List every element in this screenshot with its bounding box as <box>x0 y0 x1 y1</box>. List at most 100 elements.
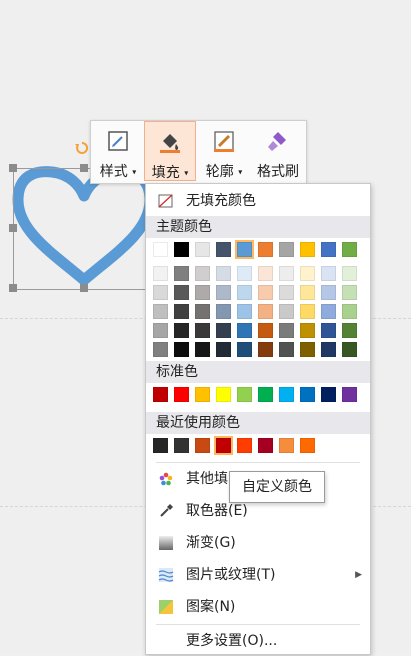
theme-shade-swatch[interactable] <box>342 323 357 338</box>
no-fill-icon <box>158 194 173 208</box>
theme-shade-swatch[interactable] <box>321 285 336 300</box>
theme-shade-swatch[interactable] <box>258 285 273 300</box>
theme-shade-swatch[interactable] <box>279 285 294 300</box>
theme-shade-swatch[interactable] <box>300 304 315 319</box>
theme-shade-swatch[interactable] <box>195 342 210 357</box>
theme-shade-swatch[interactable] <box>300 285 315 300</box>
theme-color-swatch[interactable] <box>195 242 210 257</box>
theme-shade-swatch[interactable] <box>174 266 189 281</box>
standard-color-swatch[interactable] <box>279 387 294 402</box>
theme-shade-swatch[interactable] <box>237 342 252 357</box>
theme-shade-swatch[interactable] <box>153 323 168 338</box>
style-icon <box>108 131 128 151</box>
theme-shade-swatch[interactable] <box>258 342 273 357</box>
theme-shade-swatch[interactable] <box>258 266 273 281</box>
theme-shade-swatch[interactable] <box>321 266 336 281</box>
theme-color-swatch[interactable] <box>300 242 315 257</box>
theme-shade-swatch[interactable] <box>279 304 294 319</box>
pattern-item[interactable]: 图案(N) <box>146 592 370 622</box>
theme-shade-swatch[interactable] <box>279 342 294 357</box>
standard-color-swatch[interactable] <box>258 387 273 402</box>
gradient-item[interactable]: 渐变(G) <box>146 528 370 558</box>
theme-shade-swatch[interactable] <box>153 342 168 357</box>
theme-shade-swatch[interactable] <box>195 285 210 300</box>
format-painter-icon <box>268 132 286 151</box>
pattern-icon <box>159 600 173 614</box>
theme-shade-swatch[interactable] <box>279 266 294 281</box>
theme-shade-swatch[interactable] <box>321 323 336 338</box>
recent-color-swatch[interactable] <box>195 438 210 453</box>
theme-shade-swatch[interactable] <box>300 342 315 357</box>
recent-color-swatch[interactable] <box>237 438 252 453</box>
theme-shade-swatch[interactable] <box>237 323 252 338</box>
theme-shade-swatch[interactable] <box>342 285 357 300</box>
resize-handle[interactable] <box>9 164 17 172</box>
resize-handle[interactable] <box>9 224 17 232</box>
theme-shade-swatch[interactable] <box>279 323 294 338</box>
recent-color-swatch[interactable] <box>258 438 273 453</box>
standard-color-swatch[interactable] <box>174 387 189 402</box>
theme-shade-swatch[interactable] <box>195 266 210 281</box>
theme-shade-swatch[interactable] <box>300 323 315 338</box>
theme-shade-swatch[interactable] <box>216 304 231 319</box>
standard-color-swatch[interactable] <box>342 387 357 402</box>
theme-shade-swatch[interactable] <box>321 342 336 357</box>
resize-handle[interactable] <box>80 164 88 172</box>
theme-shade-swatch[interactable] <box>300 266 315 281</box>
theme-shade-swatch[interactable] <box>342 342 357 357</box>
standard-color-swatch[interactable] <box>195 387 210 402</box>
fill-button[interactable]: 填充 ▾ <box>144 121 196 181</box>
menu-separator <box>156 624 360 625</box>
resize-handle[interactable] <box>9 284 17 292</box>
theme-color-swatch[interactable] <box>258 242 273 257</box>
theme-shade-swatch[interactable] <box>342 304 357 319</box>
standard-color-swatch[interactable] <box>321 387 336 402</box>
theme-color-swatch[interactable] <box>321 242 336 257</box>
theme-shade-swatch[interactable] <box>216 266 231 281</box>
no-fill-item[interactable]: 无填充颜色 <box>146 186 370 216</box>
standard-color-swatch[interactable] <box>216 387 231 402</box>
theme-color-swatch[interactable] <box>235 240 254 259</box>
recent-color-swatch[interactable] <box>279 438 294 453</box>
theme-shade-swatch[interactable] <box>237 266 252 281</box>
theme-color-swatch[interactable] <box>342 242 357 257</box>
theme-shade-swatch[interactable] <box>237 304 252 319</box>
style-button[interactable]: 样式 ▾ <box>94 121 142 181</box>
format-painter-button[interactable]: 格式刷 <box>252 121 304 181</box>
theme-shade-swatch[interactable] <box>258 304 273 319</box>
outline-button[interactable]: 轮廓 ▾ <box>198 121 250 181</box>
rotate-handle-icon[interactable] <box>75 141 89 155</box>
theme-color-swatch[interactable] <box>216 242 231 257</box>
theme-shade-swatch[interactable] <box>153 304 168 319</box>
recent-color-swatch[interactable] <box>174 438 189 453</box>
theme-shade-swatch[interactable] <box>216 342 231 357</box>
picture-texture-item[interactable]: 图片或纹理(T) ▶ <box>146 560 370 590</box>
theme-color-swatch[interactable] <box>279 242 294 257</box>
theme-shade-swatch[interactable] <box>195 323 210 338</box>
recent-color-swatch[interactable] <box>300 438 315 453</box>
theme-shade-swatch[interactable] <box>258 323 273 338</box>
standard-color-swatch[interactable] <box>237 387 252 402</box>
standard-color-swatch[interactable] <box>153 387 168 402</box>
recent-colors-header: 最近使用颜色 <box>146 412 370 434</box>
theme-shade-swatch[interactable] <box>342 266 357 281</box>
theme-shade-swatch[interactable] <box>216 285 231 300</box>
theme-shade-swatch[interactable] <box>195 304 210 319</box>
recent-color-swatch[interactable] <box>214 436 233 455</box>
theme-shade-swatch[interactable] <box>153 266 168 281</box>
theme-color-swatch[interactable] <box>153 242 168 257</box>
more-settings-item[interactable]: 更多设置(O)... <box>146 626 370 656</box>
theme-shade-swatch[interactable] <box>216 323 231 338</box>
recent-color-row <box>146 436 370 456</box>
theme-shade-swatch[interactable] <box>174 285 189 300</box>
theme-color-swatch[interactable] <box>174 242 189 257</box>
theme-shade-swatch[interactable] <box>174 304 189 319</box>
resize-handle[interactable] <box>80 284 88 292</box>
theme-shade-swatch[interactable] <box>174 342 189 357</box>
recent-color-swatch[interactable] <box>153 438 168 453</box>
standard-color-swatch[interactable] <box>300 387 315 402</box>
theme-shade-swatch[interactable] <box>237 285 252 300</box>
theme-shade-swatch[interactable] <box>321 304 336 319</box>
theme-shade-swatch[interactable] <box>153 285 168 300</box>
theme-shade-swatch[interactable] <box>174 323 189 338</box>
